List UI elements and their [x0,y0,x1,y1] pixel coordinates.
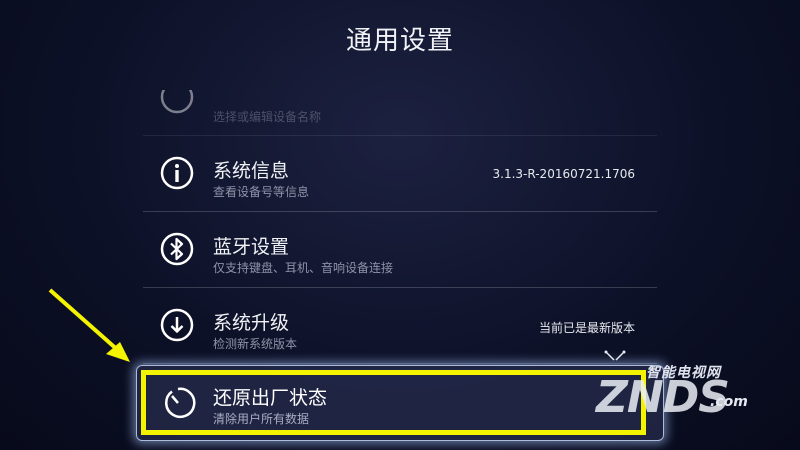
watermark-logo: ZNDS [596,372,730,423]
list-item-title: 系统升级 [213,312,290,334]
list-item-subtitle: 仅支持键盘、耳机、音响设备连接 [213,261,394,275]
list-item-title: 系统信息 [213,160,290,182]
list-item-device-name[interactable]: 选择或编辑设备名称 [143,90,657,136]
bluetooth-icon [160,232,194,266]
info-icon [160,156,194,190]
page-title: 通用设置 [345,26,454,56]
watermark: 智能电视网 ZNDS .com [592,350,762,423]
list-item-system-info[interactable]: 系统信息 查看设备号等信息 3.1.3-R-20160721.1706 [143,136,657,212]
list-item-bluetooth[interactable]: 蓝牙设置 仅支持键盘、耳机、音响设备连接 [143,212,657,288]
upgrade-status: 当前已是最新版本 [538,321,635,335]
version-value: 3.1.3-R-20160721.1706 [492,167,635,181]
tv-antenna-icon [604,350,626,361]
device-name-icon [160,90,194,114]
download-icon [160,308,194,342]
list-item-subtitle: 检测新系统版本 [213,337,298,351]
annotation-highlight-box [141,370,646,435]
watermark-domain: .com [710,394,748,410]
list-item-system-upgrade[interactable]: 系统升级 检测新系统版本 当前已是最新版本 [143,288,657,364]
list-item-subtitle: 查看设备号等信息 [213,185,310,199]
list-item-subtitle: 选择或编辑设备名称 [213,110,322,124]
annotation-arrow-icon [48,288,130,362]
list-item-title: 蓝牙设置 [213,236,290,258]
